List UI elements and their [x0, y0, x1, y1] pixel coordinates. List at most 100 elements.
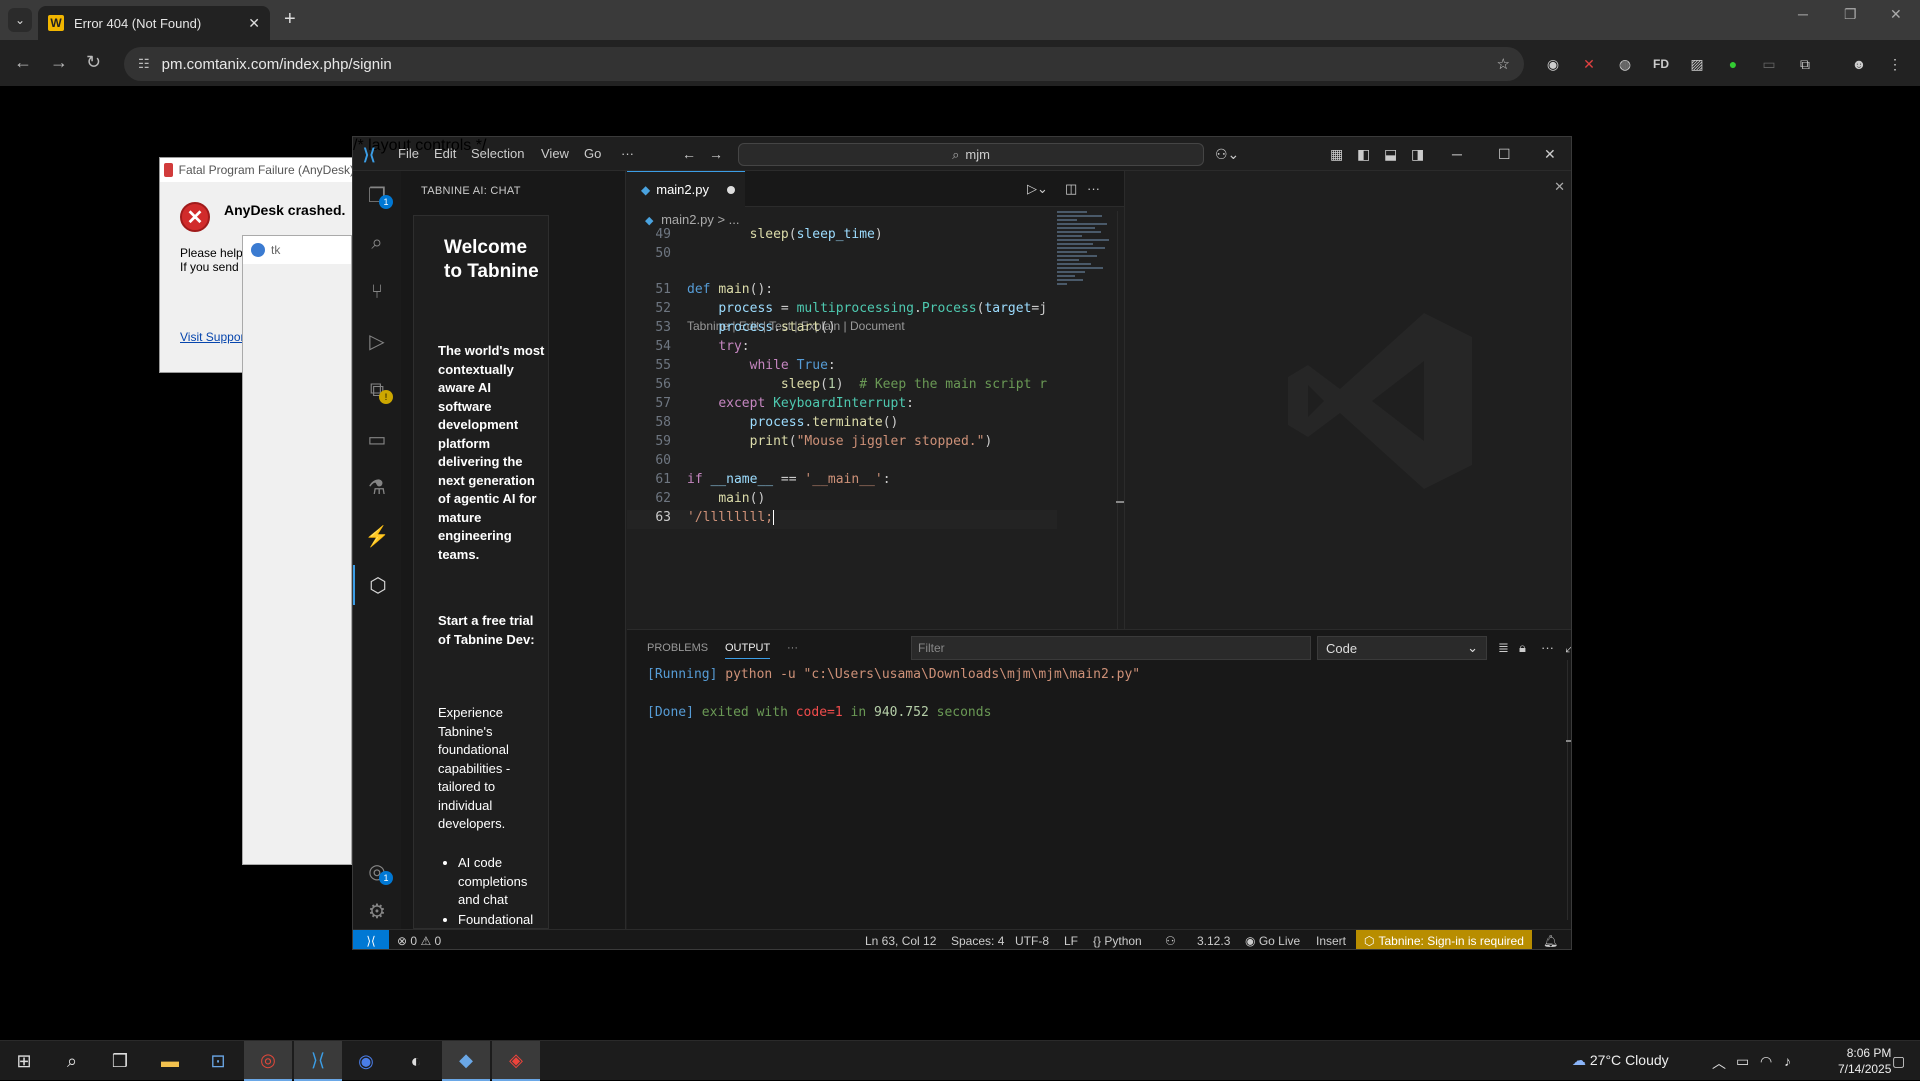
cursor-position[interactable]: Ln 63, Col 12: [865, 934, 936, 948]
browser-menu-icon[interactable]: ⋮: [1884, 53, 1906, 75]
accounts-icon[interactable]: ◎ 1: [353, 851, 401, 891]
problems-status[interactable]: ⊗ 0 ⚠ 0: [397, 934, 441, 948]
minimap[interactable]: [1057, 211, 1117, 301]
reload-icon[interactable]: ↻: [86, 52, 101, 73]
tk-titlebar[interactable]: tk: [243, 236, 351, 264]
extension-cast-icon[interactable]: ▭: [1758, 53, 1780, 75]
menu-edit[interactable]: Edit: [434, 146, 456, 161]
bookmark-star-icon[interactable]: ☆: [1497, 55, 1510, 73]
back-icon[interactable]: ←: [14, 52, 32, 73]
settings-gear-icon[interactable]: ⚙: [353, 891, 401, 931]
notifications-bell-icon[interactable]: 🔔︎: [1543, 934, 1558, 948]
search-icon[interactable]: ⌕: [48, 1041, 96, 1081]
address-bar[interactable]: ☷ pm.comtanix.com/index.php/signin ☆: [124, 47, 1524, 81]
chrome-icon[interactable]: ◎: [244, 1041, 292, 1081]
zoom-icon[interactable]: ◉: [342, 1041, 390, 1081]
store-icon[interactable]: ⊡: [194, 1041, 242, 1081]
toggle-panel-icon[interactable]: ⬓: [1384, 146, 1397, 163]
nav-back-icon[interactable]: ←: [682, 146, 696, 162]
extension-fd-icon[interactable]: FD: [1650, 53, 1672, 75]
notifications-icon[interactable]: ▢: [1892, 1053, 1905, 1070]
breadcrumb-file[interactable]: main2.py: [661, 212, 714, 227]
maximize-panel-icon[interactable]: ⤢: [1565, 640, 1571, 656]
editor-scrollbar[interactable]: [1116, 211, 1126, 629]
run-python-file-icon[interactable]: ▷⌄: [1027, 181, 1048, 197]
remote-explorer-icon[interactable]: ▭: [353, 419, 401, 459]
search-icon[interactable]: ⌕: [353, 223, 401, 263]
unsaved-dot-icon[interactable]: [726, 185, 735, 194]
tab-problems[interactable]: PROBLEMS: [647, 642, 708, 654]
minimize-icon[interactable]: ─: [1452, 146, 1462, 162]
toggle-secondary-sidebar-icon[interactable]: ◨: [1411, 146, 1424, 163]
new-tab-icon[interactable]: +: [284, 8, 296, 31]
breadcrumb[interactable]: ◆ main2.py > ...: [645, 212, 740, 227]
run-debug-icon[interactable]: ▷: [353, 321, 401, 361]
extension-image-icon[interactable]: ▨: [1686, 53, 1708, 75]
anydesk-taskbar-icon[interactable]: ◈: [492, 1041, 540, 1081]
close-pane-icon[interactable]: ✕: [1554, 179, 1565, 195]
wifi-icon[interactable]: ◠: [1760, 1053, 1772, 1070]
site-info-icon[interactable]: ☷: [138, 56, 150, 72]
editor-more-icon[interactable]: ···: [1087, 181, 1100, 196]
extensions-puzzle-icon[interactable]: ⧉: [1794, 53, 1816, 75]
profile-avatar[interactable]: ☻: [1848, 53, 1870, 75]
volume-icon[interactable]: ♪: [1784, 1053, 1791, 1069]
close-icon[interactable]: ✕: [1544, 146, 1556, 163]
nav-forward-icon[interactable]: →: [709, 146, 723, 162]
battery-icon[interactable]: ▭: [1736, 1053, 1749, 1070]
clear-output-icon[interactable]: ≣: [1498, 640, 1509, 656]
explorer-icon[interactable]: ❐ 1: [353, 175, 401, 215]
copilot-status-icon[interactable]: ⚇: [1165, 934, 1176, 948]
customize-layout-icon[interactable]: ▦: [1330, 146, 1343, 163]
menu-selection[interactable]: Selection: [471, 146, 524, 161]
lock-scroll-icon[interactable]: 🔒︎: [1519, 640, 1526, 656]
breadcrumb-rest[interactable]: > ...: [717, 212, 739, 227]
split-editor-icon[interactable]: ◫: [1065, 181, 1077, 197]
tab-main2-py[interactable]: ◆ main2.py: [627, 171, 745, 207]
visit-support-link[interactable]: Visit Suppor: [180, 330, 244, 344]
live-share-icon[interactable]: ⚡: [353, 516, 401, 556]
extension-glasses-icon[interactable]: ◉: [1542, 53, 1564, 75]
tab-close-icon[interactable]: ✕: [248, 15, 260, 32]
command-center-search[interactable]: ⌕ mjm: [738, 143, 1204, 166]
python-tk-icon[interactable]: ◆: [442, 1041, 490, 1081]
tray-overflow-icon[interactable]: ︿: [1712, 1053, 1726, 1073]
python-version[interactable]: 3.12.3: [1197, 934, 1230, 948]
code-editor[interactable]: 49 sleep(sleep_time) 50 Tabnine | Edit |…: [627, 227, 1057, 547]
language-mode[interactable]: {} Python: [1093, 934, 1142, 948]
forward-icon[interactable]: →: [50, 52, 68, 73]
panel-scrollbar[interactable]: [1566, 660, 1571, 920]
tabnine-icon[interactable]: ⬡: [353, 565, 401, 605]
restore-icon[interactable]: ❐: [1844, 6, 1857, 23]
extension-green-icon[interactable]: ●: [1722, 53, 1744, 75]
file-explorer-icon[interactable]: ▬: [146, 1041, 194, 1081]
browser-tab[interactable]: W Error 404 (Not Found) ✕: [38, 6, 270, 40]
minimize-icon[interactable]: ─: [1798, 6, 1808, 22]
panel-more-icon[interactable]: ···: [787, 642, 798, 654]
extension-globe-icon[interactable]: ◍: [1614, 53, 1636, 75]
output-filter-input[interactable]: Filter: [911, 636, 1311, 660]
menu-file[interactable]: File: [398, 146, 419, 161]
tabnine-status[interactable]: ⬡ Tabnine: Sign-in is required: [1356, 930, 1532, 949]
source-control-icon[interactable]: ⑂: [353, 272, 401, 312]
close-window-icon[interactable]: ✕: [1890, 6, 1902, 23]
tab-search-icon[interactable]: ⌄: [8, 8, 32, 32]
maximize-icon[interactable]: ☐: [1498, 146, 1511, 163]
windows-start-icon[interactable]: ⊞: [0, 1041, 48, 1081]
task-view-icon[interactable]: ❒: [96, 1041, 144, 1081]
menu-view[interactable]: View: [541, 146, 569, 161]
go-live-button[interactable]: ◉ Go Live: [1245, 934, 1300, 948]
vscode-taskbar-icon[interactable]: ⟩⟨: [294, 1041, 342, 1081]
insert-mode[interactable]: Insert: [1316, 934, 1346, 948]
clock[interactable]: 8:06 PM 7/14/2025: [1838, 1045, 1891, 1077]
panel-more-actions-icon[interactable]: ···: [1541, 640, 1554, 655]
output-channel-select[interactable]: Code ⌄: [1317, 636, 1487, 660]
extension-x-icon[interactable]: ✕: [1578, 53, 1600, 75]
remote-indicator-icon[interactable]: ⟩⟨: [353, 930, 389, 949]
app-icon[interactable]: ◐: [392, 1041, 440, 1081]
tab-output[interactable]: OUTPUT: [725, 642, 771, 659]
testing-icon[interactable]: ⚗: [353, 467, 401, 507]
extensions-icon[interactable]: ⧉!: [353, 370, 401, 410]
copilot-icon[interactable]: ⚇⌄: [1215, 146, 1239, 163]
menu-more[interactable]: ···: [621, 146, 634, 161]
